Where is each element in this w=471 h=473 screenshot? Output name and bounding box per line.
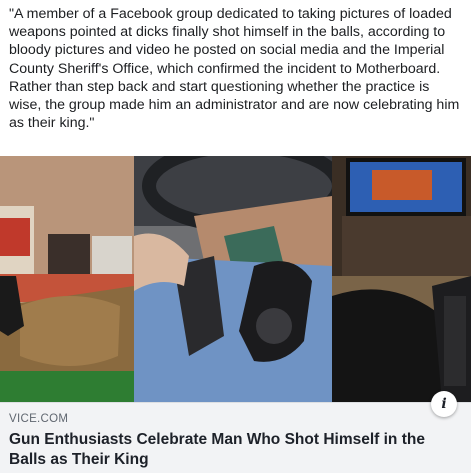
link-domain: VICE.COM [9,413,69,425]
post-text: "A member of a Facebook group dedicated … [9,6,464,132]
info-icon[interactable]: i [431,391,457,417]
photo-panel-car [134,156,332,402]
photo-panel-room [0,156,134,402]
link-preview-image[interactable] [0,156,471,402]
photo-panel-tv [332,156,471,402]
link-preview-card[interactable]: i VICE.COM Gun Enthusiasts Celebrate Man… [0,391,471,473]
link-headline[interactable]: Gun Enthusiasts Celebrate Man Who Shot H… [9,430,449,470]
